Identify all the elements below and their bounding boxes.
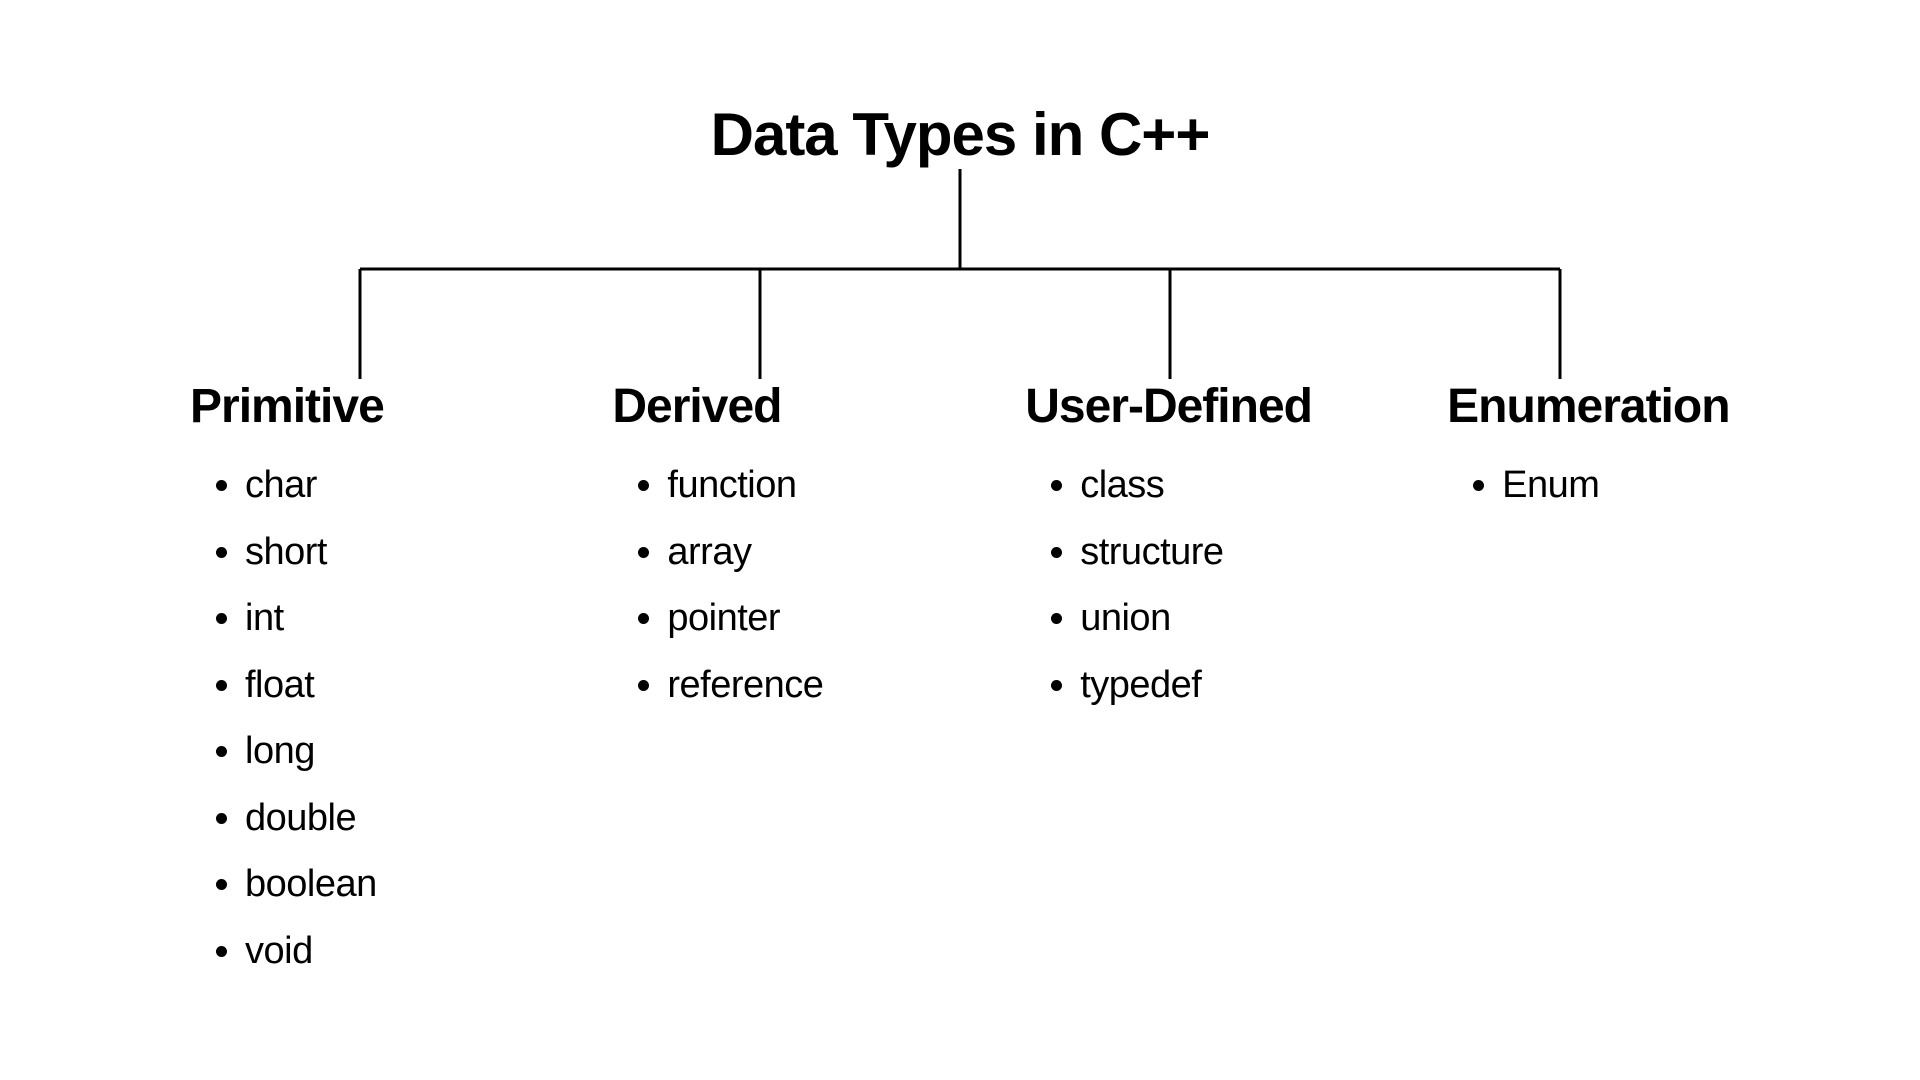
list-item: pointer: [667, 585, 925, 652]
list-item: boolean: [245, 851, 522, 918]
category-primitive: Primitive char short int float long doub…: [190, 379, 522, 984]
list-item: long: [245, 718, 522, 785]
list-item: function: [667, 452, 925, 519]
list-item: reference: [667, 652, 925, 719]
diagram-container: Data Types in C++ Primitive char short i…: [160, 100, 1760, 984]
list-item: int: [245, 585, 522, 652]
list-item: class: [1080, 452, 1377, 519]
category-user-defined: User-Defined class structure union typed…: [1025, 379, 1377, 984]
category-title: Derived: [612, 379, 925, 434]
category-derived: Derived function array pointer reference: [612, 379, 925, 984]
category-items: Enum: [1447, 452, 1760, 519]
category-title: User-Defined: [1025, 379, 1377, 434]
category-items: function array pointer reference: [612, 452, 925, 718]
connector-lines: [260, 169, 1660, 389]
list-item: typedef: [1080, 652, 1377, 719]
category-title: Primitive: [190, 379, 522, 434]
list-item: double: [245, 785, 522, 852]
list-item: Enum: [1502, 452, 1760, 519]
diagram-title: Data Types in C++: [160, 100, 1760, 169]
category-title: Enumeration: [1447, 379, 1760, 434]
list-item: void: [245, 918, 522, 985]
category-enumeration: Enumeration Enum: [1447, 379, 1760, 984]
list-item: array: [667, 519, 925, 586]
list-item: float: [245, 652, 522, 719]
category-items: char short int float long double boolean…: [190, 452, 522, 984]
list-item: structure: [1080, 519, 1377, 586]
columns-container: Primitive char short int float long doub…: [160, 379, 1760, 984]
list-item: union: [1080, 585, 1377, 652]
list-item: char: [245, 452, 522, 519]
list-item: short: [245, 519, 522, 586]
category-items: class structure union typedef: [1025, 452, 1377, 718]
